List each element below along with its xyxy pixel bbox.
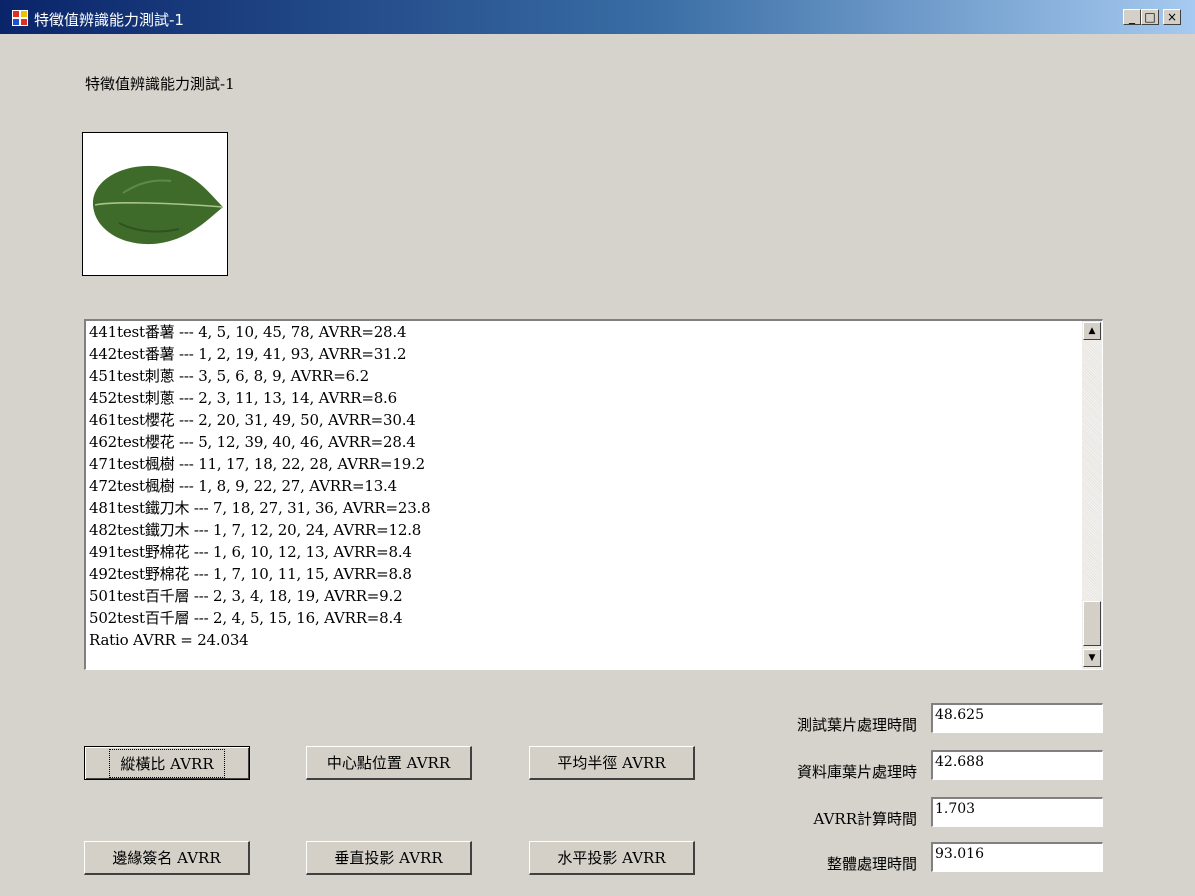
avrr-time-label: AVRR計算時間 xyxy=(813,810,917,828)
test-time-label: 測試葉片處理時間 xyxy=(796,716,917,734)
maximize-button[interactable]: □ xyxy=(1141,9,1159,25)
ratio-avrr-label: 縱橫比 AVRR xyxy=(109,748,225,778)
vertical-scrollbar[interactable]: ▲ ▼ xyxy=(1082,321,1102,669)
list-item[interactable]: 481test鐵刀木 --- 7, 18, 27, 31, 36, AVRR=2… xyxy=(89,497,1079,519)
list-item[interactable]: 451test刺蔥 --- 3, 5, 6, 8, 9, AVRR=6.2 xyxy=(89,365,1079,387)
leaf-icon xyxy=(92,165,224,245)
app-window: 特徵值辨識能力測試-1 _ □ × 特徵值辨識能力測試-1 441test番薯 … xyxy=(0,0,1195,896)
minimize-button[interactable]: _ xyxy=(1123,9,1141,25)
list-item[interactable]: 482test鐵刀木 --- 1, 7, 12, 20, 24, AVRR=12… xyxy=(89,519,1079,541)
radius-avrr-button[interactable]: 平均半徑 AVRR xyxy=(529,746,695,780)
list-item[interactable]: 461test櫻花 --- 2, 20, 31, 49, 50, AVRR=30… xyxy=(89,409,1079,431)
close-button[interactable]: × xyxy=(1163,9,1181,25)
list-item[interactable]: 452test刺蔥 --- 2, 3, 11, 13, 14, AVRR=8.6 xyxy=(89,387,1079,409)
total-time-field[interactable]: 93.016 xyxy=(931,842,1103,872)
list-item[interactable]: 442test番薯 --- 1, 2, 19, 41, 93, AVRR=31.… xyxy=(89,343,1079,365)
scroll-down-icon[interactable]: ▼ xyxy=(1083,649,1101,667)
window-title: 特徵值辨識能力測試-1 xyxy=(34,11,184,29)
leaf-picture xyxy=(82,132,228,276)
ratio-avrr-button[interactable]: 縱橫比 AVRR xyxy=(84,746,250,780)
list-item[interactable]: 462test櫻花 --- 5, 12, 39, 40, 46, AVRR=28… xyxy=(89,431,1079,453)
total-time-label: 整體處理時間 xyxy=(826,855,917,873)
list-item[interactable]: Ratio AVRR = 24.034 xyxy=(89,629,1079,651)
list-item[interactable]: 472test楓樹 --- 1, 8, 9, 22, 27, AVRR=13.4 xyxy=(89,475,1079,497)
test-time-field[interactable]: 48.625 xyxy=(931,703,1103,733)
center-avrr-button[interactable]: 中心點位置 AVRR xyxy=(306,746,472,780)
title-bar[interactable]: 特徵值辨識能力測試-1 _ □ × xyxy=(0,0,1195,34)
avrr-time-field[interactable]: 1.703 xyxy=(931,797,1103,827)
results-list: 441test番薯 --- 4, 5, 10, 45, 78, AVRR=28.… xyxy=(89,321,1079,651)
edge-signature-avrr-button[interactable]: 邊緣簽名 AVRR xyxy=(84,841,250,875)
page-title: 特徵值辨識能力測試-1 xyxy=(85,75,235,93)
scroll-thumb[interactable] xyxy=(1083,601,1101,646)
db-time-field[interactable]: 42.688 xyxy=(931,750,1103,780)
scroll-up-icon[interactable]: ▲ xyxy=(1083,322,1101,340)
list-item[interactable]: 502test百千層 --- 2, 4, 5, 15, 16, AVRR=8.4 xyxy=(89,607,1079,629)
app-icon xyxy=(12,10,28,26)
horizontal-projection-avrr-button[interactable]: 水平投影 AVRR xyxy=(529,841,695,875)
results-listbox[interactable]: 441test番薯 --- 4, 5, 10, 45, 78, AVRR=28.… xyxy=(84,319,1103,670)
list-item[interactable]: 471test楓樹 --- 11, 17, 18, 22, 28, AVRR=1… xyxy=(89,453,1079,475)
db-time-label: 資料庫葉片處理時 xyxy=(796,763,917,781)
list-item[interactable]: 491test野棉花 --- 1, 6, 10, 12, 13, AVRR=8.… xyxy=(89,541,1079,563)
vertical-projection-avrr-button[interactable]: 垂直投影 AVRR xyxy=(306,841,472,875)
list-item[interactable]: 501test百千層 --- 2, 3, 4, 18, 19, AVRR=9.2 xyxy=(89,585,1079,607)
list-item[interactable]: 441test番薯 --- 4, 5, 10, 45, 78, AVRR=28.… xyxy=(89,321,1079,343)
list-item[interactable]: 492test野棉花 --- 1, 7, 10, 11, 15, AVRR=8.… xyxy=(89,563,1079,585)
